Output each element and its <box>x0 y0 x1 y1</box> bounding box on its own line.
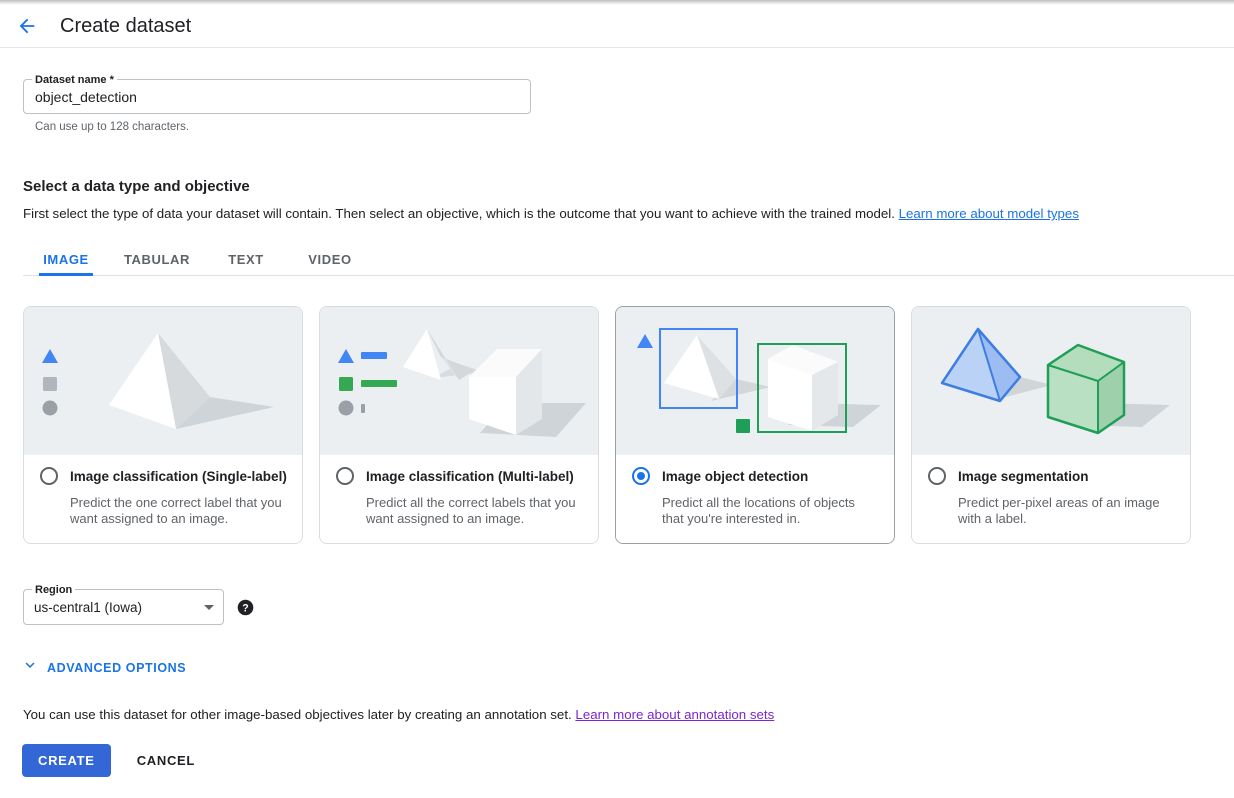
dataset-name-field-group: Dataset name * Can use up to 128 charact… <box>23 79 533 114</box>
region-selected-value: us-central1 (Iowa) <box>24 600 142 615</box>
card-illustration-single-label <box>24 307 302 455</box>
datatype-tabs: IMAGE TABULAR TEXT VIDEO <box>23 244 1234 276</box>
chevron-down-icon[interactable] <box>204 605 214 610</box>
objective-card-image-classification-single-label[interactable]: Image classification (Single-label) Pred… <box>23 306 303 544</box>
cancel-button[interactable]: CANCEL <box>125 744 207 777</box>
tab-video[interactable]: VIDEO <box>287 244 373 274</box>
radio-image-classification-multi-label[interactable] <box>336 467 354 485</box>
objective-card-image-segmentation[interactable]: Image segmentation Predict per-pixel are… <box>911 306 1191 544</box>
card-description-object-detection: Predict all the locations of objects tha… <box>662 495 878 527</box>
form-actions: CREATE CANCEL <box>22 744 207 777</box>
tab-image[interactable]: IMAGE <box>23 244 109 274</box>
card-illustration-multi-label <box>320 307 598 455</box>
region-field-group: Region us-central1 (Iowa) ? <box>23 589 254 625</box>
radio-image-object-detection[interactable] <box>632 467 650 485</box>
objective-card-image-classification-multi-label[interactable]: Image classification (Multi-label) Predi… <box>319 306 599 544</box>
page-title: Create dataset <box>60 14 191 38</box>
card-head-single-label: Image classification (Single-label) <box>40 467 286 485</box>
advanced-options-toggle[interactable]: ADVANCED OPTIONS <box>21 656 186 679</box>
card-illustration-segmentation <box>912 307 1190 455</box>
dataset-name-helper-text: Can use up to 128 characters. <box>35 121 189 133</box>
learn-more-model-types-link[interactable]: Learn more about model types <box>899 206 1079 221</box>
page-header: Create dataset <box>0 5 1234 48</box>
datatype-section-description: First select the type of data your datas… <box>23 206 1079 221</box>
dataset-name-input[interactable] <box>24 80 530 113</box>
datatype-description-text: First select the type of data your datas… <box>23 206 895 221</box>
card-description-multi-label: Predict all the correct labels that you … <box>366 495 582 527</box>
card-body-object-detection: Image object detection Predict all the l… <box>616 455 894 543</box>
object-detection-illustration-icon <box>616 307 894 455</box>
segmentation-illustration-icon <box>912 307 1190 455</box>
card-body-segmentation: Image segmentation Predict per-pixel are… <box>912 455 1190 543</box>
card-title-object-detection: Image object detection <box>662 469 808 484</box>
card-body-single-label: Image classification (Single-label) Pred… <box>24 455 302 543</box>
multi-label-illustration-icon <box>320 307 598 455</box>
objective-card-image-object-detection[interactable]: Image object detection Predict all the l… <box>615 306 895 544</box>
card-description-segmentation: Predict per-pixel areas of an image with… <box>958 495 1174 527</box>
dataset-name-field[interactable]: Dataset name * <box>23 79 531 114</box>
radio-image-segmentation[interactable] <box>928 467 946 485</box>
card-title-multi-label: Image classification (Multi-label) <box>366 469 574 484</box>
create-button[interactable]: CREATE <box>22 744 111 777</box>
card-head-object-detection: Image object detection <box>632 467 878 485</box>
learn-more-annotation-sets-link[interactable]: Learn more about annotation sets <box>575 707 774 722</box>
card-description-single-label: Predict the one correct label that you w… <box>70 495 286 527</box>
help-circle-icon[interactable]: ? <box>237 599 254 616</box>
card-illustration-object-detection <box>616 307 894 455</box>
card-body-multi-label: Image classification (Multi-label) Predi… <box>320 455 598 543</box>
card-head-multi-label: Image classification (Multi-label) <box>336 467 582 485</box>
card-title-single-label: Image classification (Single-label) <box>70 469 287 484</box>
annotation-set-note: You can use this dataset for other image… <box>23 707 774 722</box>
active-tab-indicator <box>39 273 93 276</box>
tabs-divider <box>23 275 1234 276</box>
datatype-section-title: Select a data type and objective <box>23 178 250 195</box>
single-label-illustration-icon <box>24 307 302 455</box>
region-select[interactable]: Region us-central1 (Iowa) <box>23 589 224 625</box>
advanced-options-label: ADVANCED OPTIONS <box>47 661 186 675</box>
back-button[interactable] <box>7 6 47 46</box>
card-title-segmentation: Image segmentation <box>958 469 1089 484</box>
objective-cards: Image classification (Single-label) Pred… <box>23 306 1191 544</box>
annotation-set-note-text: You can use this dataset for other image… <box>23 707 572 722</box>
region-label: Region <box>32 583 75 597</box>
svg-text:?: ? <box>242 602 248 614</box>
radio-image-classification-single-label[interactable] <box>40 467 58 485</box>
card-head-segmentation: Image segmentation <box>928 467 1174 485</box>
tab-text[interactable]: TEXT <box>205 244 287 274</box>
arrow-left-icon <box>16 15 38 37</box>
chevron-down-icon <box>21 656 39 679</box>
tab-tabular[interactable]: TABULAR <box>109 244 205 274</box>
